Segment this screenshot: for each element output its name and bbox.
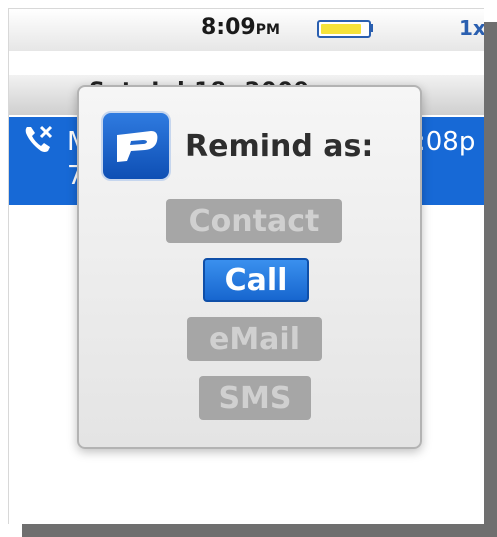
clock-ampm: PM (255, 22, 280, 38)
app-logo-icon (101, 111, 171, 181)
call-option[interactable]: Call (203, 258, 309, 302)
device-screen: 8:09PM 1x Sat, Jul 18, 2009 M :08p 7 Rem… (8, 8, 484, 524)
p-logo-icon (117, 131, 158, 162)
battery-level-fill (321, 24, 361, 34)
frame-shadow-bottom (22, 523, 497, 537)
network-indicator: 1x (459, 16, 484, 40)
sms-option[interactable]: SMS (199, 376, 311, 420)
contact-option[interactable]: Contact (166, 199, 342, 243)
remind-as-dialog: Remind as: Contact Call eMail SMS (77, 85, 422, 449)
email-option[interactable]: eMail (187, 317, 322, 361)
battery-tip (369, 24, 373, 32)
battery-icon (317, 20, 371, 38)
clock-time: 8:09 (201, 15, 256, 40)
list-item-time: :08p (417, 127, 476, 157)
dialog-title: Remind as: (185, 129, 374, 164)
header-spacer (9, 51, 484, 75)
clock: 8:09PM (201, 15, 280, 40)
missed-call-icon (25, 125, 53, 152)
frame-shadow-right (483, 22, 497, 537)
status-bar: 8:09PM 1x (9, 9, 484, 51)
